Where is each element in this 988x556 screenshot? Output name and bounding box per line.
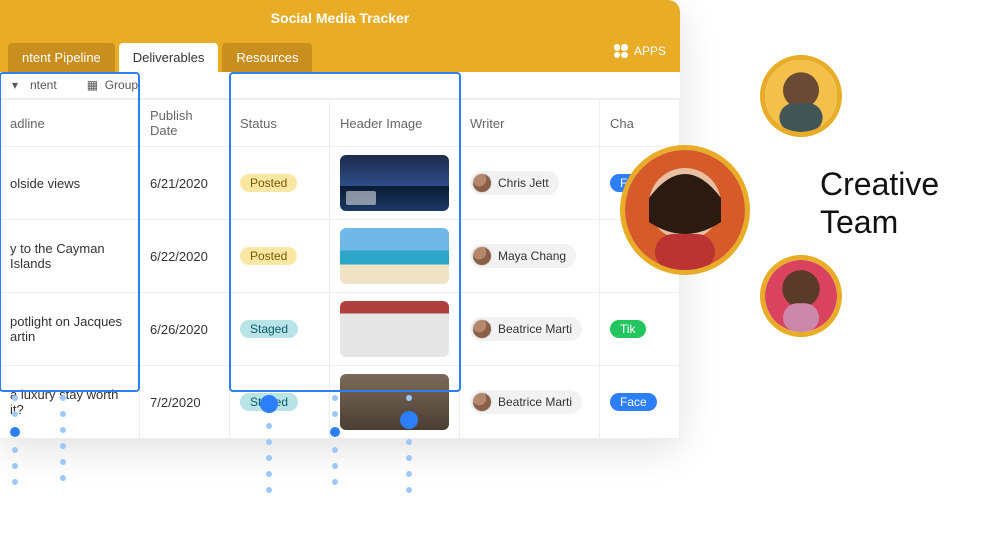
team-avatar <box>760 55 842 137</box>
col-header-publish[interactable]: Publish Date <box>140 99 230 147</box>
cell-thumb[interactable] <box>330 293 460 366</box>
cell-headline[interactable]: olside views <box>0 147 140 220</box>
cell-writer[interactable]: Beatrice Marti <box>460 293 600 366</box>
cell-date[interactable]: 6/26/2020 <box>140 293 230 366</box>
team-label: Creative Team <box>820 165 939 242</box>
avatar <box>472 319 492 339</box>
writer-chip: Maya Chang <box>470 244 576 268</box>
app-card: Social Media Tracker ntent Pipeline Deli… <box>0 0 680 439</box>
title-bar: Social Media Tracker <box>0 0 680 36</box>
team-avatar <box>620 145 750 275</box>
avatar <box>472 246 492 266</box>
col-header-headerimg[interactable]: Header Image <box>330 99 460 147</box>
status-badge: Staged <box>240 320 298 338</box>
header-image-thumb <box>340 155 449 211</box>
status-badge: Posted <box>240 247 297 265</box>
cell-headline[interactable]: y to the Cayman Islands <box>0 220 140 293</box>
col-header-writer[interactable]: Writer <box>460 99 600 147</box>
cell-writer[interactable]: Chris Jett <box>460 147 600 220</box>
writer-chip: Chris Jett <box>470 171 559 195</box>
team-label-line1: Creative <box>820 165 939 203</box>
cell-thumb[interactable] <box>330 220 460 293</box>
cell-status[interactable]: Posted <box>230 220 330 293</box>
cell-date[interactable]: 6/22/2020 <box>140 220 230 293</box>
chevron-down-icon: ▾ <box>12 78 26 92</box>
tab-resources[interactable]: Resources <box>222 43 312 72</box>
header-image-thumb <box>340 301 449 357</box>
cell-status[interactable]: Posted <box>230 147 330 220</box>
toolbar-item-content[interactable]: ▾ntent <box>12 78 57 92</box>
header-image-thumb <box>340 228 449 284</box>
team-avatar <box>760 255 842 337</box>
avatar <box>472 173 492 193</box>
toolbar: ▾ntent ▦Group <box>0 72 680 99</box>
col-header-status[interactable]: Status <box>230 99 330 147</box>
col-header-headline[interactable]: adline <box>0 99 140 147</box>
creative-team-cluster: Creative Team <box>610 55 988 395</box>
cell-headline[interactable]: potlight on Jacques artin <box>0 293 140 366</box>
team-label-line2: Team <box>820 203 939 241</box>
tab-content-pipeline[interactable]: ntent Pipeline <box>8 43 115 72</box>
cell-writer[interactable]: Maya Chang <box>460 220 600 293</box>
connection-trails <box>0 395 680 555</box>
cell-date[interactable]: 6/21/2020 <box>140 147 230 220</box>
grid-icon: ▦ <box>87 78 101 92</box>
writer-chip: Beatrice Marti <box>470 317 582 341</box>
cell-status[interactable]: Staged <box>230 293 330 366</box>
app-title: Social Media Tracker <box>271 10 410 26</box>
data-grid: adline Publish Date Status Header Image … <box>0 99 680 439</box>
tab-deliverables[interactable]: Deliverables <box>119 43 219 72</box>
cell-thumb[interactable] <box>330 147 460 220</box>
tab-bar: ntent Pipeline Deliverables Resources AP… <box>0 36 680 72</box>
toolbar-item-group[interactable]: ▦Group <box>87 78 138 92</box>
status-badge: Posted <box>240 174 297 192</box>
